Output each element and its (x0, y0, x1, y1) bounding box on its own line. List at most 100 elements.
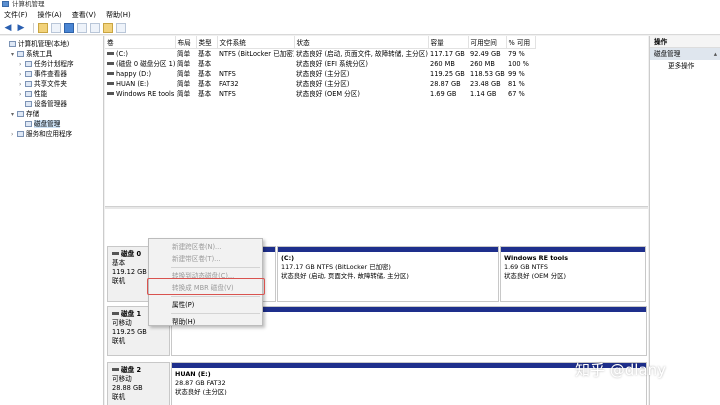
table-cell: 23.48 GB (468, 79, 506, 89)
partition-status: 状态良好 (OEM 分区) (504, 272, 566, 280)
table-cell: HUAN (E:) (105, 79, 175, 89)
disk-label[interactable]: 磁盘 2 可移动 28.88 GB 联机 (107, 362, 170, 405)
tree-item[interactable]: ▾ 系统工具 (0, 49, 103, 59)
tree-item[interactable]: 计算机管理(本地) (0, 39, 103, 49)
table-row[interactable]: happy (D:) 简单 基本 NTFS 状态良好 (主分区) 119.25 GB 118… (105, 69, 535, 79)
disk-icon (112, 368, 119, 371)
table-row[interactable]: (C:) 简单 基本 NTFS (BitLocker 已加密) 状态良好 (启动, 页面… (105, 48, 535, 59)
table-cell: 简单 (175, 69, 196, 79)
chevron-up-icon[interactable]: ▴ (714, 48, 717, 60)
column-header[interactable]: % 可用 (506, 36, 536, 49)
actions-section-disk-management[interactable]: 磁盘管理 ▴ (650, 48, 720, 60)
disk-size: 28.88 GB (112, 384, 143, 392)
disk-name-text: 磁盘 2 (121, 366, 142, 374)
context-menu: 新建跨区卷(N)... 新建带区卷(T)... 转换到动态磁盘(C)... 转换成 M… (148, 238, 263, 326)
menu-file[interactable]: 文件(F) (4, 10, 28, 20)
navigation-tree: 计算机管理(本地) ▾ 系统工具 › 任务计划程序 › 事件查看器 › 共享文件夹 › 性能 设备管理… (0, 36, 104, 405)
show-hide-tree-icon[interactable] (77, 22, 87, 33)
column-header[interactable]: 容量 (428, 36, 469, 49)
tree-item[interactable]: › 性能 (0, 89, 103, 99)
menu-view[interactable]: 查看(V) (72, 10, 96, 20)
toolbar: ◀ ▶ (0, 21, 720, 35)
tree-node-icon (25, 61, 32, 67)
disk-name-text: 磁盘 1 (121, 310, 142, 318)
properties-icon[interactable] (51, 22, 61, 33)
tree-item-label: 计算机管理(本地) (18, 40, 70, 48)
partition[interactable]: Windows RE tools 1.69 GB NTFS 状态良好 (OEM 分区… (500, 246, 646, 302)
more-actions-link[interactable]: 更多操作 (650, 60, 720, 72)
cell-text: (磁盘 0 磁盘分区 1) (116, 59, 175, 68)
tree-item-label: 任务计划程序 (34, 60, 74, 68)
column-header[interactable]: 卷 (105, 36, 176, 49)
tree-item[interactable]: › 任务计划程序 (0, 59, 103, 69)
tree-item[interactable]: ▾ 存储 (0, 109, 103, 119)
cell-text: NTFS (219, 69, 236, 78)
disk-status: 联机 (112, 337, 126, 345)
table-cell: 1.69 GB (428, 89, 468, 99)
context-menu-item: 新建带区卷(T)... (172, 255, 221, 263)
partition-status: 状态良好 (主分区) (175, 388, 227, 396)
disk-icon (112, 252, 119, 255)
partition-size: 117.17 GB NTFS (BitLocker 已加密) (281, 263, 391, 271)
cell-text: 99 % (508, 69, 525, 78)
tree-node-icon (17, 51, 24, 57)
tree-item[interactable]: 设备管理器 (0, 99, 103, 109)
cell-text: 1.14 GB (470, 89, 497, 98)
help-icon[interactable] (64, 22, 74, 33)
pane-splitter[interactable] (105, 206, 648, 209)
volume-table: 卷布局 类型 文件系统 状态 容量 可用空间% 可用 (C:) 简单 基本 NTFS (BitL… (105, 36, 536, 99)
cell-text: 状态良好 (主分区) (296, 79, 350, 88)
disk-status: 联机 (112, 393, 126, 401)
cell-text: 基本 (198, 69, 212, 78)
table-cell: 状态良好 (主分区) (294, 69, 428, 79)
table-cell: 1.14 GB (468, 89, 506, 99)
tree-item[interactable]: › 事件查看器 (0, 69, 103, 79)
volume-icon (107, 81, 114, 85)
folder-icon[interactable] (38, 22, 48, 33)
export-icon[interactable] (103, 22, 113, 33)
menu-help[interactable]: 帮助(H) (106, 10, 131, 20)
tree-item[interactable]: 磁盘管理 (0, 119, 103, 129)
column-header[interactable]: 文件系统 (217, 36, 295, 49)
forward-icon[interactable]: ▶ (16, 23, 26, 33)
column-header[interactable]: 状态 (294, 36, 429, 49)
cell-text: 81 % (508, 79, 525, 88)
cell-text: FAT32 (219, 79, 239, 88)
table-row[interactable]: Windows RE tools 简单 基本 NTFS 状态良好 (OEM 分区) 1.6… (105, 89, 535, 99)
table-row[interactable]: (磁盘 0 磁盘分区 1) 简单 基本 状态良好 (EFI 系统分区) 260 MB 26… (105, 59, 535, 69)
list-icon[interactable] (116, 22, 126, 33)
actions-section-label: 磁盘管理 (654, 50, 681, 58)
disk-icon (112, 312, 119, 315)
window-title: 计算机管理 (12, 0, 45, 8)
table-cell: 状态良好 (主分区) (294, 79, 428, 89)
table-row[interactable]: HUAN (E:) 简单 基本 FAT32 状态良好 (主分区) 28.87 GB 23.4… (105, 79, 535, 89)
tree-item-label: 设备管理器 (34, 100, 67, 108)
context-menu-item: 新建跨区卷(N)... (172, 243, 222, 251)
tree-item[interactable]: › 共享文件夹 (0, 79, 103, 89)
table-cell: 260 MB (468, 59, 506, 69)
cell-text: 79 % (508, 49, 525, 58)
table-cell: (C:) (105, 48, 175, 59)
column-header[interactable]: 可用空间 (468, 36, 507, 49)
context-menu-item[interactable]: 帮助(H) (149, 316, 262, 328)
tree-node-icon (25, 71, 32, 77)
tree-item-label: 存储 (26, 110, 40, 118)
back-icon[interactable]: ◀ (3, 23, 13, 33)
tree-item[interactable]: › 服务和应用程序 (0, 129, 103, 139)
partition-cap (278, 247, 498, 252)
context-menu-item[interactable]: 属性(P) (149, 299, 262, 311)
column-header[interactable]: 布局 (175, 36, 197, 49)
cell-text: NTFS (219, 89, 236, 98)
context-menu-item: 转换到动态磁盘(C)... (172, 272, 235, 280)
menu-bar: 文件(F) 操作(A) 查看(V) 帮助(H) (0, 8, 720, 21)
disk-management-pane: 卷布局 类型 文件系统 状态 容量 可用空间% 可用 (C:) 简单 基本 NTFS (BitL… (105, 36, 648, 405)
cell-text: HUAN (E:) (116, 79, 149, 88)
column-header[interactable]: 类型 (196, 36, 218, 49)
partition[interactable]: (C:) 117.17 GB NTFS (BitLocker 已加密) 状态良好 (… (277, 246, 499, 302)
cell-text: 简单 (177, 69, 191, 78)
table-cell: 状态良好 (EFI 系统分区) (294, 59, 428, 69)
computer-management-icon (2, 1, 9, 7)
cell-text: 状态良好 (主分区) (296, 69, 350, 78)
menu-action[interactable]: 操作(A) (38, 10, 62, 20)
disk-icon[interactable] (90, 22, 100, 33)
